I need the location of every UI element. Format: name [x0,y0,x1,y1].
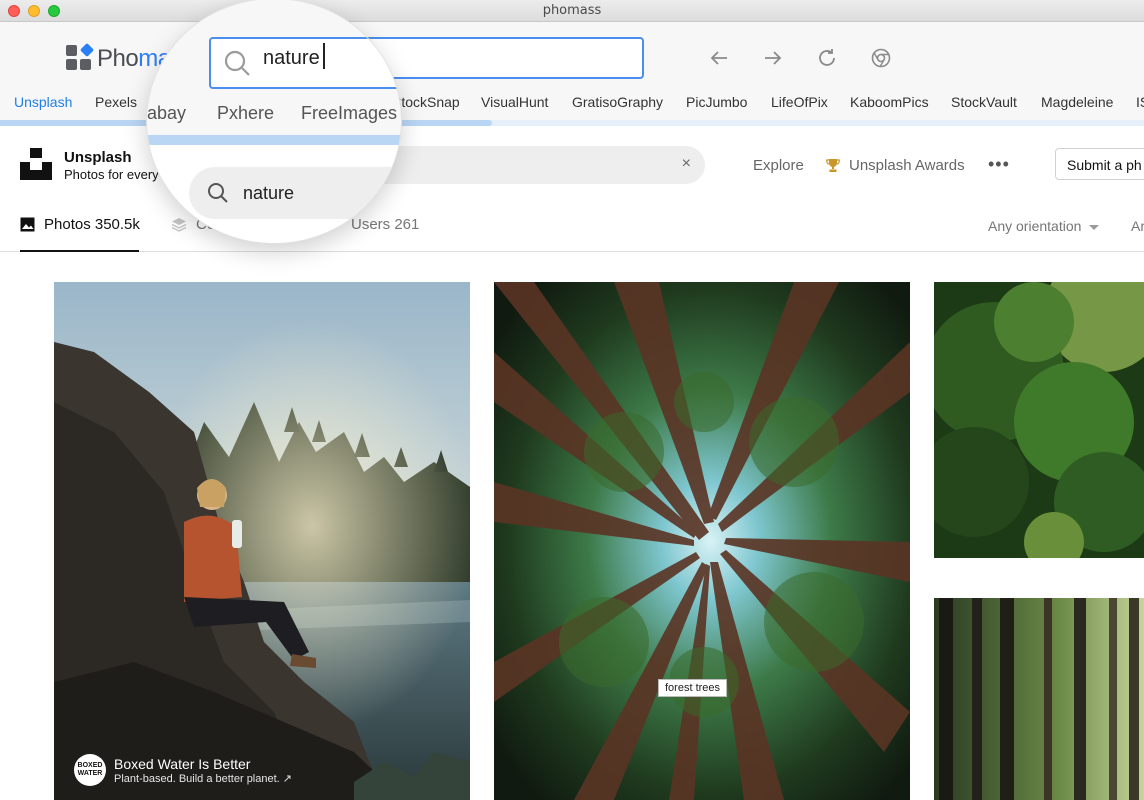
tab-stockvault[interactable]: StockVault [951,94,1017,110]
phomass-logo-icon [66,42,95,71]
magnifier-lens: nature abay Pxhere FreeImages nature [146,0,402,244]
awards-link[interactable]: Unsplash Awards [826,157,965,174]
orientation-select-label: Any orientation [988,218,1082,234]
back-button[interactable] [706,45,732,71]
tab-is[interactable]: IS [1136,94,1144,110]
photo-card[interactable] [934,282,1144,558]
magnified-unsplash-search [189,167,401,219]
photo-tree-trunks [934,598,1144,800]
forward-button[interactable] [760,45,786,71]
tab-picjumbo[interactable]: PicJumbo [686,94,747,110]
magnified-tab-pixabay: abay [147,103,187,123]
window-title: phomass [542,3,602,18]
photo-card[interactable] [934,598,1144,800]
arrow-right-icon [765,51,782,65]
explore-link[interactable]: Explore [753,157,804,174]
browser-icon [871,48,891,68]
magnified-tab-pxhere: Pxhere [217,103,275,123]
photo-green-forest [934,282,1144,558]
magnified-source-tabs: abay Pxhere FreeImages [147,103,401,135]
sponsor-tagline: Plant-based. Build a better planet. ↗ [114,772,292,785]
trophy-icon [826,159,840,172]
extra-filter-select[interactable]: Ar [1131,218,1144,234]
tab-kaboompics[interactable]: KaboomPics [850,94,929,110]
search-icon [224,50,250,76]
awards-label: Unsplash Awards [849,157,965,174]
more-menu-button[interactable]: ••• [988,154,1010,175]
reload-icon [819,49,835,66]
boxed-water-logo: BOXED WATER [74,754,106,786]
tab-gratisography[interactable]: GratisoGraphy [572,94,663,110]
orientation-select[interactable]: Any orientation [988,218,1100,234]
magnified-unsplash-query: nature [243,183,295,203]
text-cursor [323,43,325,69]
tab-lifeofpix[interactable]: LifeOfPix [771,94,828,110]
image-icon [20,217,35,232]
open-in-browser-button[interactable] [868,45,894,71]
window-titlebar: phomass [0,0,1144,22]
unsplash-brand[interactable]: Unsplash [64,149,132,166]
magnified-tab-freeimages: FreeImages [301,103,398,123]
photo-woman-by-river [54,282,470,800]
tab-unsplash[interactable]: Unsplash [14,94,72,110]
tab-stocksnap[interactable]: StockSnap [392,94,460,110]
magnified-search-query: nature [263,47,320,69]
submit-photo-button[interactable]: Submit a ph [1055,148,1144,180]
tab-photos-label: Photos 350.5k [44,216,140,233]
search-icon [208,183,228,203]
chevron-down-icon [1089,224,1100,230]
photo-card[interactable]: forest trees [494,282,910,800]
photo-forest-trees [494,282,910,800]
tab-visualhunt[interactable]: VisualHunt [481,94,548,110]
photo-tooltip: forest trees [658,679,728,697]
photo-grid: BOXED WATER Boxed Water Is Better Plant-… [0,252,1144,800]
tab-pexels[interactable]: Pexels [95,94,137,110]
sponsor-badge[interactable]: BOXED WATER Boxed Water Is Better Plant-… [74,754,292,786]
magnified-progress-bar [147,135,401,145]
tab-photos[interactable]: Photos 350.5k [20,216,140,233]
tab-magdeleine[interactable]: Magdeleine [1041,94,1113,110]
reload-button[interactable] [814,45,840,71]
clear-search-icon[interactable]: × [682,155,691,173]
photo-card[interactable]: BOXED WATER Boxed Water Is Better Plant-… [54,282,470,800]
unsplash-logo-icon[interactable] [20,148,52,180]
sponsor-name: Boxed Water Is Better [114,755,251,772]
arrow-left-icon [710,51,727,65]
